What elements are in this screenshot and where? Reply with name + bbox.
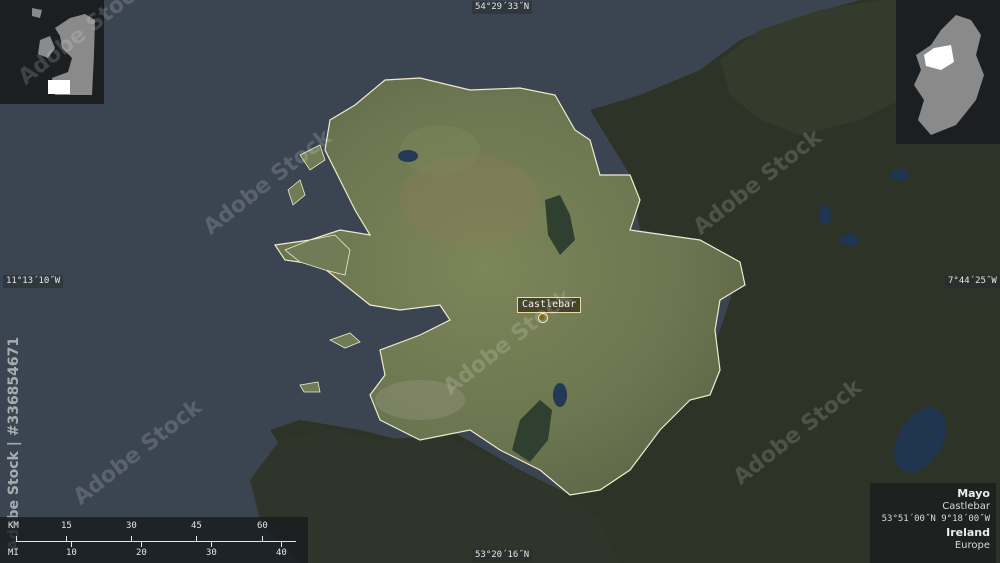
capital-name: Castlebar xyxy=(942,501,990,512)
bottom-coordinate: 53°20´16˝N xyxy=(472,549,533,562)
info-box: Mayo Castlebar 53°51´00˝N 9°18´00˝W Irel… xyxy=(870,483,996,563)
mi-unit-label: MI xyxy=(8,548,19,558)
km-unit-label: KM xyxy=(8,521,19,531)
continent-name: Europe xyxy=(954,540,990,551)
mi-tick-label: 20 xyxy=(136,548,147,558)
km-tick-label: 60 xyxy=(257,521,268,531)
mi-tick-label: 30 xyxy=(206,548,217,558)
europe-locator-inset xyxy=(0,0,104,104)
right-coordinate: 7°44´25˝W xyxy=(945,275,1000,288)
country-name: Ireland xyxy=(946,526,990,539)
place-label-castlebar: Castlebar xyxy=(517,297,582,313)
region-name: Mayo xyxy=(957,487,990,500)
capital-coordinates: 53°51´00˝N 9°18´00˝W xyxy=(881,514,990,524)
mi-tick-label: 40 xyxy=(276,548,287,558)
top-coordinate: 54°29´33˝N xyxy=(472,1,533,14)
satellite-map xyxy=(0,0,1000,563)
ireland-locator-inset xyxy=(896,0,1000,144)
km-tick-label: 15 xyxy=(61,521,72,531)
left-coordinate: 11°13´10˝W xyxy=(3,275,64,288)
place-marker xyxy=(538,313,548,323)
km-tick-label: 45 xyxy=(191,521,202,531)
scale-line xyxy=(16,541,296,542)
scale-bar: KM 15 30 45 60 MI 10 20 30 40 xyxy=(0,517,308,563)
mi-tick-label: 10 xyxy=(66,548,77,558)
km-tick-label: 30 xyxy=(126,521,137,531)
